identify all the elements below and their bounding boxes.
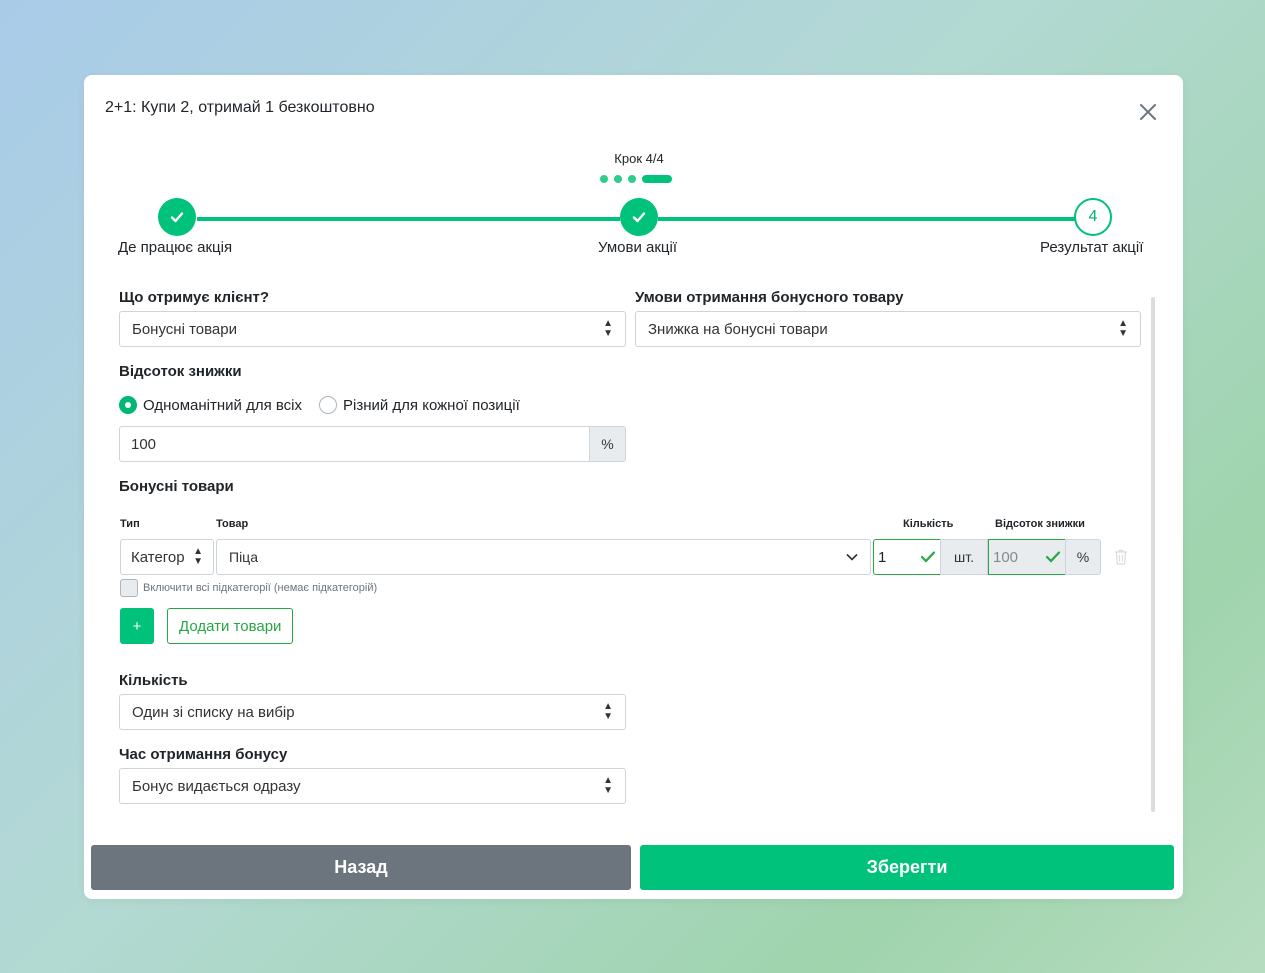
- scrollbar[interactable]: [1151, 297, 1155, 812]
- close-button[interactable]: [1137, 101, 1159, 123]
- step-dot: [600, 175, 608, 183]
- save-button[interactable]: Зберегти: [640, 845, 1174, 890]
- close-icon: [1140, 104, 1156, 120]
- quantity-label: Кількість: [119, 672, 188, 689]
- modal-title: 2+1: Купи 2, отримай 1 безкоштовно: [105, 99, 375, 116]
- step-2-label: Умови акції: [598, 239, 678, 256]
- col-discount-label: Відсоток знижки: [995, 518, 1085, 530]
- select-arrows-icon: ▲ ▼: [1118, 318, 1128, 339]
- progress-line: [197, 217, 620, 221]
- col-type-label: Тип: [120, 518, 140, 530]
- discount-unit-addon: %: [589, 426, 626, 462]
- bonus-condition-label: Умови отримання бонусного товару: [635, 289, 904, 306]
- row-discount-input: 100: [988, 539, 1066, 575]
- product-value: Піца: [229, 549, 258, 565]
- radio-different-label: Різний для кожної позиції: [343, 396, 520, 414]
- discount-input[interactable]: 100: [119, 426, 590, 462]
- include-subcategories-checkbox[interactable]: [120, 579, 138, 597]
- col-product-label: Товар: [216, 518, 249, 530]
- radio-uniform-label: Одноманітний для всіх: [143, 396, 302, 414]
- product-select[interactable]: Піца: [216, 539, 871, 575]
- row-discount-value: 100: [993, 548, 1019, 566]
- type-value: Категор: [131, 548, 185, 566]
- step-dots: [600, 175, 672, 183]
- check-icon: [170, 212, 184, 223]
- step-3-label: Результат акції: [1040, 239, 1144, 256]
- row-discount-unit-addon: %: [1065, 539, 1101, 575]
- select-arrows-icon: ▲ ▼: [603, 701, 613, 722]
- discount-label: Відсоток знижки: [119, 363, 242, 380]
- add-row-button[interactable]: +: [120, 608, 154, 644]
- client-gets-label: Що отримує клієнт?: [119, 289, 270, 306]
- client-gets-select[interactable]: Бонусні товари ▲ ▼: [119, 311, 626, 347]
- check-icon: [632, 212, 646, 223]
- bonus-time-value: Бонус видається одразу: [132, 777, 301, 795]
- bonus-time-label: Час отримання бонусу: [119, 746, 288, 763]
- step-3-circle[interactable]: 4: [1074, 198, 1112, 236]
- quantity-value: Один зі списку на вибір: [132, 703, 295, 721]
- qty-unit-addon: шт.: [940, 539, 988, 575]
- step-dot: [614, 175, 622, 183]
- qty-value: 1: [878, 548, 887, 566]
- radio-different[interactable]: Різний для кожної позиції: [319, 396, 520, 414]
- step-1-circle[interactable]: [158, 198, 196, 236]
- back-button[interactable]: Назад: [91, 845, 631, 890]
- client-gets-value: Бонусні товари: [132, 320, 237, 338]
- step-counter: Крок 4/4: [614, 151, 664, 166]
- include-subcategories-label: Включити всі підкатегорії (немає підкате…: [143, 582, 378, 594]
- radio-uniform[interactable]: Одноманітний для всіх: [119, 396, 302, 414]
- promo-wizard-modal: 2+1: Купи 2, отримай 1 безкоштовно Крок …: [84, 75, 1183, 899]
- step-dot: [628, 175, 636, 183]
- bonus-products-label: Бонусні товари: [119, 478, 234, 495]
- step-1-label: Де працює акція: [118, 239, 233, 256]
- select-arrows-icon: ▲ ▼: [603, 318, 613, 339]
- chevron-down-icon: [846, 553, 858, 561]
- step-dot-active: [642, 175, 672, 183]
- bonus-condition-select[interactable]: Знижка на бонусні товари ▲ ▼: [635, 311, 1141, 347]
- col-qty-label: Кількість: [903, 518, 954, 530]
- select-arrows-icon: ▲ ▼: [603, 775, 613, 796]
- radio-button-checked[interactable]: [119, 396, 137, 414]
- bonus-condition-value: Знижка на бонусні товари: [648, 320, 828, 338]
- check-icon: [920, 551, 936, 563]
- qty-input[interactable]: 1: [873, 539, 941, 575]
- type-select[interactable]: Категор ▲ ▼: [120, 539, 214, 575]
- step-2-circle[interactable]: [620, 198, 658, 236]
- trash-icon[interactable]: [1114, 549, 1128, 565]
- add-products-button[interactable]: Додати товари: [167, 608, 294, 644]
- select-arrows-icon: ▲ ▼: [193, 546, 203, 567]
- progress-line: [658, 217, 1078, 221]
- bonus-time-select[interactable]: Бонус видається одразу ▲ ▼: [119, 768, 626, 804]
- radio-button[interactable]: [319, 396, 337, 414]
- quantity-select[interactable]: Один зі списку на вибір ▲ ▼: [119, 694, 626, 730]
- check-icon: [1045, 551, 1061, 563]
